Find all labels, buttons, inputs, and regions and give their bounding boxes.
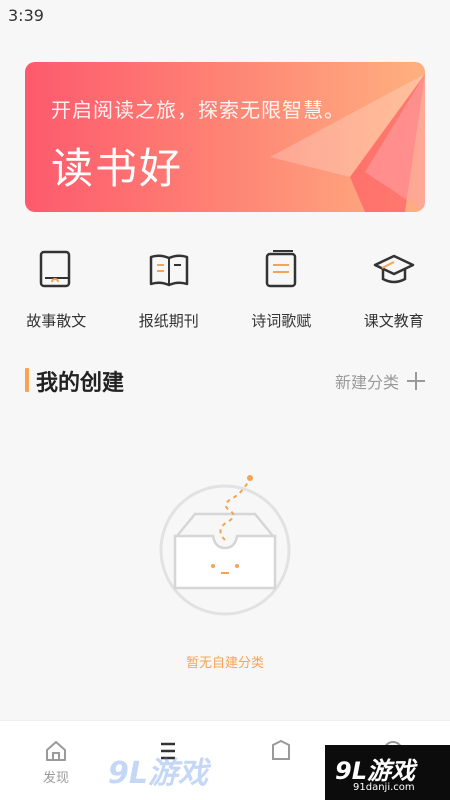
category-poetry[interactable]: 诗词歌赋 [225,240,338,336]
paper-plane-icon [270,74,425,212]
category-newspaper[interactable]: 报纸期刊 [113,240,226,336]
status-time: 3:39 [8,6,44,25]
category-textbook[interactable]: 课文教育 [338,240,450,336]
category-label: 课文教育 [363,312,424,330]
new-category-label: 新建分类 [334,373,399,392]
open-book-icon [149,254,188,287]
nav-bookshelf[interactable] [225,721,337,800]
bookshelf-icon [272,739,290,760]
watermark-url: 91danji.com [353,782,415,793]
category-label: 诗词歌赋 [251,312,312,330]
poetry-book-icon [266,250,297,288]
empty-box-icon [159,475,291,616]
category-label: 报纸期刊 [138,312,199,330]
plus-icon [407,372,425,390]
watermark: 9L游戏 91danji.com [325,745,450,800]
promo-banner[interactable]: 开启阅读之旅，探索无限智慧。 读书好 [25,62,425,212]
home-icon [46,741,66,761]
section-accent-bar [25,368,29,392]
category-label: 故事散文 [26,312,87,330]
banner-subtitle: 开启阅读之旅，探索无限智慧。 [51,98,345,122]
status-bar: 3:39 [0,0,450,34]
watermark-ghost: 9L游戏 [108,756,208,791]
banner-title: 读书好 [51,144,184,193]
graduation-cap-icon [373,254,414,284]
new-category-button[interactable]: 新建分类 [335,369,425,393]
nav-label: 发现 [42,771,69,786]
category-grid: 故事散文 报纸期刊 诗词歌赋 课文教育 [0,240,450,336]
story-book-icon [40,250,71,288]
watermark-text: 9L游戏 [335,757,415,785]
section-title: 我的创建 [36,371,125,396]
nav-discover[interactable]: 发现 [0,721,112,800]
empty-state-text: 暂无自建分类 [185,656,264,671]
category-story[interactable]: 故事散文 [0,240,113,336]
my-creations-header: 我的创建 新建分类 [25,365,425,396]
